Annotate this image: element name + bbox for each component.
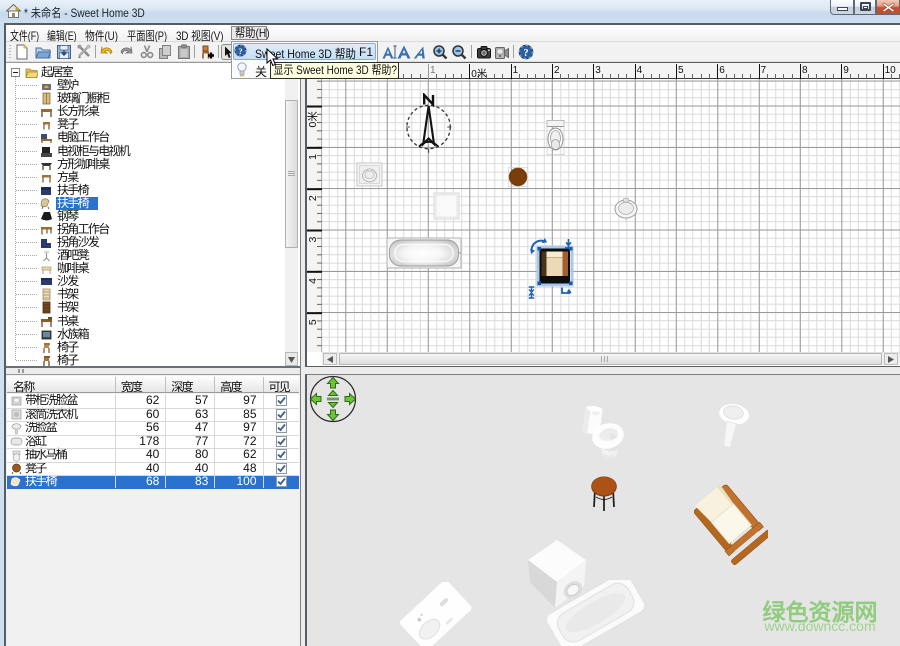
svg-text:1: 1 <box>307 154 319 160</box>
svg-text:?: ? <box>523 48 528 59</box>
svg-text:?: ? <box>238 46 242 56</box>
svg-text:3: 3 <box>307 236 319 242</box>
svg-text:5: 5 <box>307 319 319 325</box>
svg-text:0米: 0米 <box>307 111 319 128</box>
svg-text:2: 2 <box>307 195 319 201</box>
svg-text:4: 4 <box>307 278 319 284</box>
